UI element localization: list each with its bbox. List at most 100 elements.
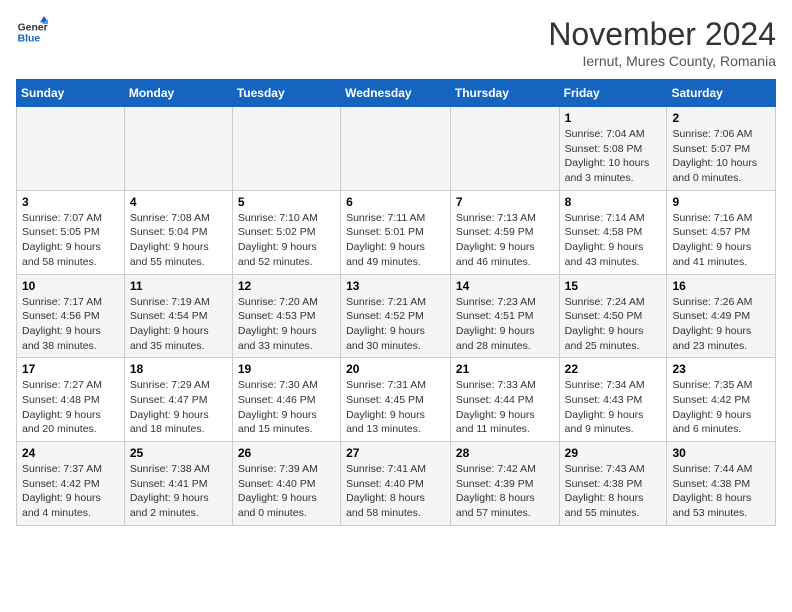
calendar-cell: 14 Sunrise: 7:23 AM Sunset: 4:51 PM Dayli… [450,274,559,358]
calendar-cell: 24Sunrise: 7:37 AM Sunset: 4:42 PM Dayli… [17,442,125,526]
calendar-cell: 15 Sunrise: 7:24 AM Sunset: 4:50 PM Dayli… [559,274,667,358]
day-info: Sunrise: 7:13 AM Sunset: 4:59 PM Dayligh… [456,211,554,270]
day-number: 3 [22,195,119,209]
day-info: Sunrise: 7:29 AM Sunset: 4:47 PM Dayligh… [130,378,227,437]
day-info: Sunrise: 7:42 AM Sunset: 4:39 PM Dayligh… [456,462,554,521]
calendar-cell: 5 Sunrise: 7:10 AM Sunset: 5:02 PM Daylig… [232,190,340,274]
logo-icon: General Blue [16,16,48,48]
day-info: Sunrise: 7:08 AM Sunset: 5:04 PM Dayligh… [130,211,227,270]
day-number: 4 [130,195,227,209]
calendar-cell: 20Sunrise: 7:31 AM Sunset: 4:45 PM Dayli… [341,358,451,442]
day-number: 1 [565,111,662,125]
calendar-cell [341,107,451,191]
day-number: 7 [456,195,554,209]
day-number: 25 [130,446,227,460]
calendar-cell: 21 Sunrise: 7:33 AM Sunset: 4:44 PM Dayli… [450,358,559,442]
day-info: Sunrise: 7:19 AM Sunset: 4:54 PM Dayligh… [130,295,227,354]
calendar-cell: 23 Sunrise: 7:35 AM Sunset: 4:42 PM Dayli… [667,358,776,442]
day-number: 22 [565,362,662,376]
day-info: Sunrise: 7:04 AM Sunset: 5:08 PM Dayligh… [565,127,662,186]
logo: General Blue [16,16,48,48]
calendar-cell: 10 Sunrise: 7:17 AM Sunset: 4:56 PM Dayli… [17,274,125,358]
day-info: Sunrise: 7:38 AM Sunset: 4:41 PM Dayligh… [130,462,227,521]
day-number: 29 [565,446,662,460]
calendar-cell: 2 Sunrise: 7:06 AM Sunset: 5:07 PM Daylig… [667,107,776,191]
calendar-cell [232,107,340,191]
header-wednesday: Wednesday [341,80,451,107]
header-tuesday: Tuesday [232,80,340,107]
header-friday: Friday [559,80,667,107]
day-info: Sunrise: 7:43 AM Sunset: 4:38 PM Dayligh… [565,462,662,521]
calendar-cell: 13Sunrise: 7:21 AM Sunset: 4:52 PM Dayli… [341,274,451,358]
calendar-cell: 29 Sunrise: 7:43 AM Sunset: 4:38 PM Dayli… [559,442,667,526]
day-number: 9 [672,195,770,209]
day-number: 8 [565,195,662,209]
day-number: 17 [22,362,119,376]
calendar-cell [124,107,232,191]
calendar-cell: 4 Sunrise: 7:08 AM Sunset: 5:04 PM Daylig… [124,190,232,274]
day-number: 12 [238,279,335,293]
day-info: Sunrise: 7:26 AM Sunset: 4:49 PM Dayligh… [672,295,770,354]
day-number: 15 [565,279,662,293]
day-number: 5 [238,195,335,209]
header-thursday: Thursday [450,80,559,107]
calendar-cell [17,107,125,191]
day-number: 13 [346,279,445,293]
day-info: Sunrise: 7:27 AM Sunset: 4:48 PM Dayligh… [22,378,119,437]
day-info: Sunrise: 7:20 AM Sunset: 4:53 PM Dayligh… [238,295,335,354]
calendar-header-row: SundayMondayTuesdayWednesdayThursdayFrid… [17,80,776,107]
calendar-cell: 28Sunrise: 7:42 AM Sunset: 4:39 PM Dayli… [450,442,559,526]
day-info: Sunrise: 7:41 AM Sunset: 4:40 PM Dayligh… [346,462,445,521]
day-info: Sunrise: 7:44 AM Sunset: 4:38 PM Dayligh… [672,462,770,521]
calendar-cell: 22Sunrise: 7:34 AM Sunset: 4:43 PM Dayli… [559,358,667,442]
calendar-cell: 7 Sunrise: 7:13 AM Sunset: 4:59 PM Daylig… [450,190,559,274]
day-info: Sunrise: 7:24 AM Sunset: 4:50 PM Dayligh… [565,295,662,354]
day-number: 6 [346,195,445,209]
day-info: Sunrise: 7:33 AM Sunset: 4:44 PM Dayligh… [456,378,554,437]
header-monday: Monday [124,80,232,107]
day-info: Sunrise: 7:16 AM Sunset: 4:57 PM Dayligh… [672,211,770,270]
calendar-week-3: 10 Sunrise: 7:17 AM Sunset: 4:56 PM Dayli… [17,274,776,358]
day-number: 14 [456,279,554,293]
day-number: 21 [456,362,554,376]
title-area: November 2024 Iernut, Mures County, Roma… [548,16,776,69]
page-header: General Blue November 2024 Iernut, Mures… [16,16,776,69]
header-sunday: Sunday [17,80,125,107]
header-saturday: Saturday [667,80,776,107]
day-info: Sunrise: 7:35 AM Sunset: 4:42 PM Dayligh… [672,378,770,437]
calendar-cell: 3 Sunrise: 7:07 AM Sunset: 5:05 PM Daylig… [17,190,125,274]
day-info: Sunrise: 7:17 AM Sunset: 4:56 PM Dayligh… [22,295,119,354]
calendar-cell: 25 Sunrise: 7:38 AM Sunset: 4:41 PM Dayli… [124,442,232,526]
calendar-cell: 27Sunrise: 7:41 AM Sunset: 4:40 PM Dayli… [341,442,451,526]
calendar-cell: 26Sunrise: 7:39 AM Sunset: 4:40 PM Dayli… [232,442,340,526]
day-info: Sunrise: 7:30 AM Sunset: 4:46 PM Dayligh… [238,378,335,437]
calendar-week-5: 24Sunrise: 7:37 AM Sunset: 4:42 PM Dayli… [17,442,776,526]
day-number: 30 [672,446,770,460]
calendar-week-4: 17 Sunrise: 7:27 AM Sunset: 4:48 PM Dayli… [17,358,776,442]
calendar-cell: 17 Sunrise: 7:27 AM Sunset: 4:48 PM Dayli… [17,358,125,442]
day-info: Sunrise: 7:06 AM Sunset: 5:07 PM Dayligh… [672,127,770,186]
day-number: 19 [238,362,335,376]
svg-text:General: General [18,22,48,33]
calendar-cell: 19 Sunrise: 7:30 AM Sunset: 4:46 PM Dayli… [232,358,340,442]
calendar-week-2: 3 Sunrise: 7:07 AM Sunset: 5:05 PM Daylig… [17,190,776,274]
day-info: Sunrise: 7:37 AM Sunset: 4:42 PM Dayligh… [22,462,119,521]
calendar-cell: 8 Sunrise: 7:14 AM Sunset: 4:58 PM Daylig… [559,190,667,274]
calendar-cell: 11Sunrise: 7:19 AM Sunset: 4:54 PM Dayli… [124,274,232,358]
day-number: 10 [22,279,119,293]
calendar-cell: 1 Sunrise: 7:04 AM Sunset: 5:08 PM Daylig… [559,107,667,191]
svg-text:Blue: Blue [18,34,41,45]
day-number: 2 [672,111,770,125]
day-info: Sunrise: 7:11 AM Sunset: 5:01 PM Dayligh… [346,211,445,270]
day-number: 16 [672,279,770,293]
day-number: 26 [238,446,335,460]
day-number: 23 [672,362,770,376]
calendar-cell: 12 Sunrise: 7:20 AM Sunset: 4:53 PM Dayli… [232,274,340,358]
day-info: Sunrise: 7:23 AM Sunset: 4:51 PM Dayligh… [456,295,554,354]
location: Iernut, Mures County, Romania [548,53,776,69]
day-info: Sunrise: 7:14 AM Sunset: 4:58 PM Dayligh… [565,211,662,270]
day-info: Sunrise: 7:10 AM Sunset: 5:02 PM Dayligh… [238,211,335,270]
calendar-week-1: 1 Sunrise: 7:04 AM Sunset: 5:08 PM Daylig… [17,107,776,191]
calendar-cell [450,107,559,191]
day-info: Sunrise: 7:07 AM Sunset: 5:05 PM Dayligh… [22,211,119,270]
